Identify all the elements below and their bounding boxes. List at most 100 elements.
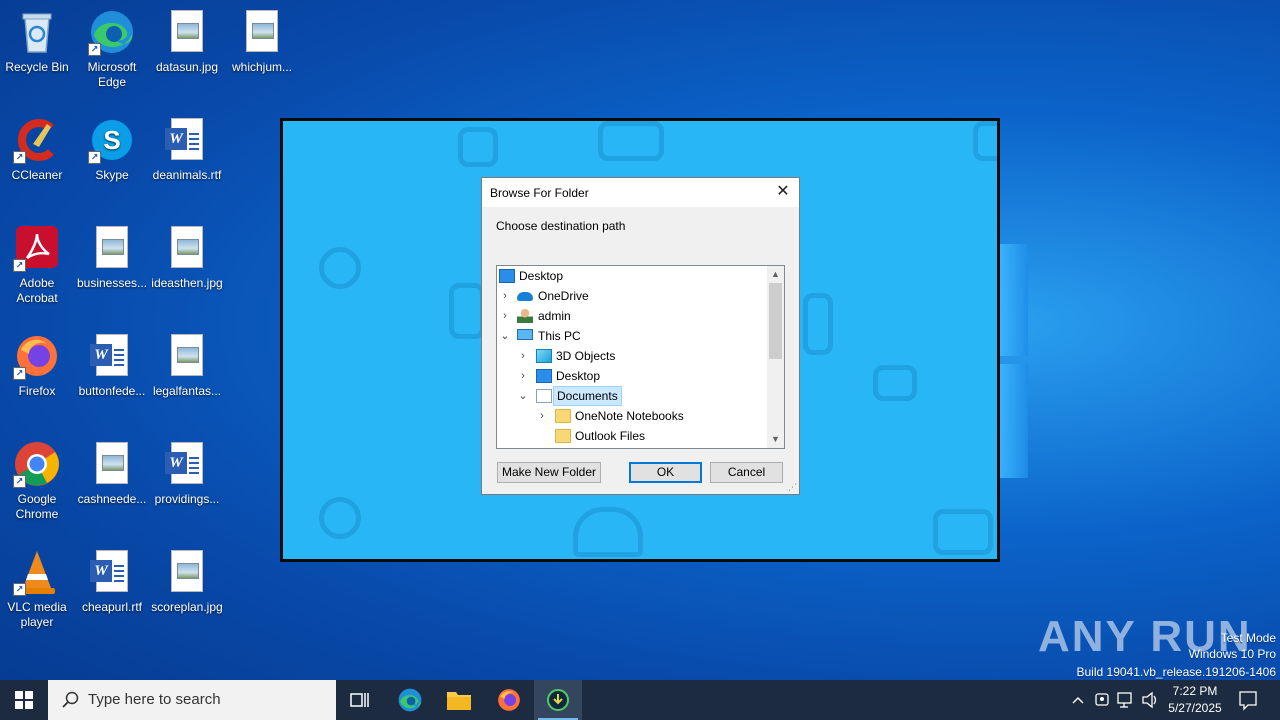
tray-device-button[interactable] [1092,680,1112,720]
desktop-icon-datasun[interactable]: datasun.jpg [149,8,225,75]
cancel-button[interactable]: Cancel [710,462,783,483]
desktop-icon-label: Google Chrome [15,492,59,521]
desktop-icon-vlc[interactable]: ↗ VLC media player [0,548,75,630]
documents-icon [536,389,552,403]
desktop-icon-cheapurl[interactable]: W cheapurl.rtf [74,548,150,615]
desktop-icon-label: whichjum... [231,60,293,74]
shortcut-arrow-icon: ↗ [13,475,26,488]
edge-icon [398,688,422,712]
scroll-down-icon[interactable]: ▼ [767,431,784,448]
scroll-up-icon[interactable]: ▲ [767,266,784,283]
desktop-icon-buttonfede[interactable]: W buttonfede... [74,332,150,399]
tree-item-label: 3D Objects [556,349,616,363]
chevron-right-icon[interactable]: › [536,406,548,426]
background-play-icon [319,497,361,539]
desktop-icon-businesses[interactable]: businesses... [74,224,150,291]
chevron-right-icon[interactable]: › [517,346,529,366]
chevron-down-icon[interactable]: ⌄ [499,326,511,346]
desktop-icon-ccleaner[interactable]: ↗ CCleaner [0,116,75,183]
make-new-folder-button[interactable]: Make New Folder [497,462,601,483]
scrollbar-thumb[interactable] [769,283,782,359]
desktop-icon-label: Firefox [18,384,56,398]
wallpaper-windows-logo [1000,240,1030,480]
tree-item-desktop-pc[interactable]: › Desktop [497,366,767,386]
taskbar-edge-button[interactable] [386,680,434,720]
acrobat-icon: ↗ [13,224,61,272]
background-box-icon [973,121,997,161]
tree-item-desktop[interactable]: Desktop [497,266,767,286]
cube-icon [536,349,552,363]
desktop-icon-ideasthen[interactable]: ideasthen.jpg [149,224,225,291]
desktop-icon-label: Skype [95,168,129,182]
clock-time: 7:22 PM [1172,684,1218,698]
desktop-icon-microsoft-edge[interactable]: ↗ Microsoft Edge [74,8,150,90]
chevron-down-icon[interactable]: ⌄ [517,386,529,406]
taskbar-firefox-button[interactable] [485,680,533,720]
desktop-icon-label: businesses... [76,276,148,290]
tree-item-outlook-files[interactable]: Outlook Files [497,426,767,446]
tree-scrollbar[interactable]: ▲ ▼ [767,266,784,448]
notification-icon [1239,691,1257,711]
desktop-icon-recycle-bin[interactable]: Recycle Bin [0,8,75,75]
start-button[interactable] [0,680,48,720]
vlc-icon: ↗ [13,548,61,596]
chevron-right-icon[interactable]: › [499,286,511,306]
desktop-icon-skype[interactable]: S ↗ Skype [74,116,150,183]
desktop-icon-providings[interactable]: W providings... [149,440,225,507]
tree-item-admin[interactable]: › admin [497,306,767,326]
desktop-icon-whichjum[interactable]: whichjum... [224,8,300,75]
tree-item-documents[interactable]: ⌄ Documents [497,386,767,406]
show-hidden-icons-button[interactable] [1068,680,1088,720]
search-placeholder: Type here to search [88,691,221,708]
task-view-button[interactable] [336,680,384,720]
word-document-icon: W [88,548,136,596]
folder-icon [447,692,471,710]
chevron-right-icon[interactable]: › [517,366,529,386]
dialog-title: Browse For Folder [490,186,589,200]
taskbar-installer-button[interactable] [534,680,582,720]
tray-volume-button[interactable] [1140,680,1160,720]
search-icon [62,691,79,708]
desktop-icon-label: Recycle Bin [5,60,69,74]
tree-item-onenote-notebooks[interactable]: › OneNote Notebooks [497,406,767,426]
desktop-icon-label: Microsoft Edge [87,60,137,89]
resize-grip-icon[interactable]: ⋰ [788,482,797,493]
tray-network-button[interactable] [1116,680,1136,720]
chevron-up-icon [1072,696,1084,704]
desktop-icon-cashneede[interactable]: cashneede... [74,440,150,507]
desktop-icon-label: Adobe Acrobat [16,276,58,305]
folder-tree[interactable]: Desktop › OneDrive › admin ⌄ This PC › 3… [496,265,785,449]
dialog-titlebar[interactable]: Browse For Folder ✕ [482,178,799,207]
desktop-icon-label: ideasthen.jpg [151,276,223,290]
taskbar-file-explorer-button[interactable] [435,680,483,720]
desktop-icon-label: deanimals.rtf [152,168,222,182]
background-disc-icon [319,247,361,289]
desktop-icon-firefox[interactable]: ↗ Firefox [0,332,75,399]
taskbar-clock[interactable]: 7:22 PM 5/27/2025 [1162,683,1228,717]
close-icon[interactable]: ✕ [769,180,797,204]
ok-button[interactable]: OK [629,462,702,483]
desktop-icon-scoreplan[interactable]: scoreplan.jpg [149,548,225,615]
chevron-right-icon[interactable]: › [499,306,511,326]
action-center-button[interactable] [1234,680,1262,720]
desktop-icon-google-chrome[interactable]: ↗ Google Chrome [0,440,75,522]
windows-start-icon [15,691,33,709]
desktop-icon-adobe-acrobat[interactable]: ↗ Adobe Acrobat [0,224,75,306]
user-icon [517,309,533,323]
skype-icon: S ↗ [88,116,136,164]
firefox-icon: ↗ [13,332,61,380]
desktop-icon-legalfantas[interactable]: legalfantas... [149,332,225,399]
tree-item-label: OneDrive [538,289,589,303]
tree-item-onedrive[interactable]: › OneDrive [497,286,767,306]
tree-item-this-pc[interactable]: ⌄ This PC [497,326,767,346]
word-document-icon: W [88,332,136,380]
taskbar-search-box[interactable]: Type here to search [48,680,336,720]
image-file-icon [238,8,286,56]
tree-item-3d-objects[interactable]: › 3D Objects [497,346,767,366]
background-document-icon [449,283,485,339]
background-4d-icon [873,365,917,401]
desktop-icon-deanimals[interactable]: W deanimals.rtf [149,116,225,183]
chrome-icon: ↗ [13,440,61,488]
onedrive-icon [517,292,533,301]
desktop-icon [499,269,515,283]
